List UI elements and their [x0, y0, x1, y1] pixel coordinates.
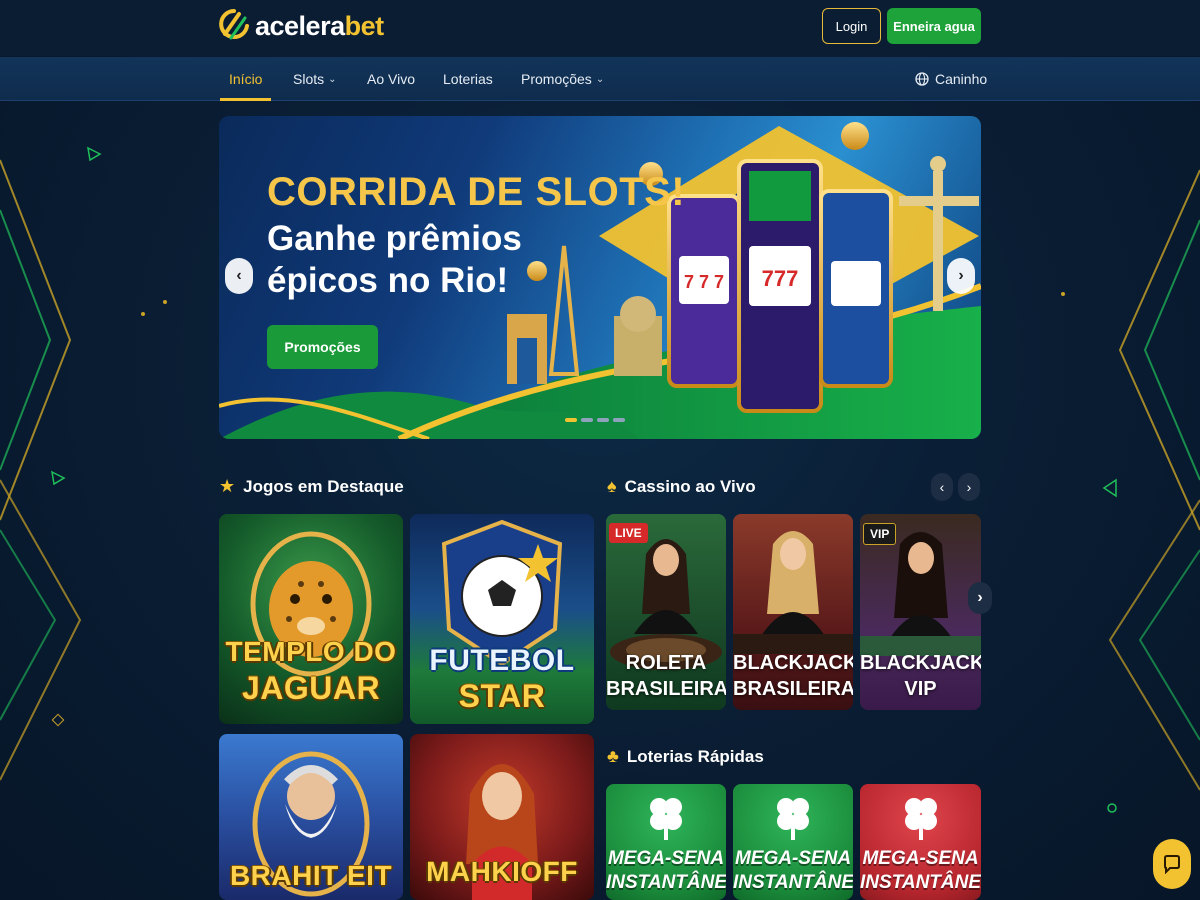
live-casino-prev-button[interactable]: ‹ — [931, 473, 953, 501]
vip-badge: VIP — [863, 523, 897, 545]
right-decoration — [1061, 169, 1200, 813]
game-title: STAR — [458, 678, 546, 714]
nav-item-promocoes[interactable]: Promoções ⌄ — [521, 57, 604, 101]
language-label: Caninho — [935, 71, 988, 87]
svg-text:777: 777 — [762, 266, 799, 291]
table-title: BRASILEIRA — [606, 678, 726, 700]
live-casino-heading: ♠ Cassino ao Vivo — [607, 476, 756, 497]
game-tile-mahkioff[interactable]: MAHKIOFF — [410, 734, 594, 900]
hero-title: CORRIDA DE SLOTS! — [267, 170, 686, 214]
brand-logo[interactable]: acelerabet — [219, 8, 384, 44]
featured-heading: ★ Jogos em Destaque — [219, 476, 404, 497]
table-title: BLACKJACK — [860, 652, 981, 674]
nav-item-slots[interactable]: Slots ⌄ — [293, 57, 337, 101]
nav-item-loterias[interactable]: Loterias — [443, 57, 493, 101]
chevron-right-icon: › — [977, 589, 983, 606]
carousel-dot[interactable] — [597, 418, 609, 422]
table-title: ROLETA — [625, 652, 707, 674]
top-header: acelerabet Login Enneira agua — [0, 0, 1200, 56]
lottery-tile-mega-sena-red[interactable]: MEGA-SENA INSTANTÂNEA — [860, 784, 981, 900]
table-title: VIP — [904, 678, 937, 700]
table-title: BLACKJACK — [733, 652, 853, 674]
clover-icon — [650, 798, 682, 840]
clover-icon: ♣ — [607, 746, 619, 766]
game-tile-brahit-eit[interactable]: BRAHIT EIT — [219, 734, 403, 900]
logo-icon — [219, 9, 249, 40]
game-title: MAHKIOFF — [426, 856, 578, 887]
game-title: FUTEBOL — [429, 644, 575, 677]
signup-button[interactable]: Enneira agua — [887, 8, 981, 44]
section-title: Jogos em Destaque — [243, 476, 404, 496]
login-button[interactable]: Login — [822, 8, 881, 44]
game-title: BRAHIT EIT — [229, 860, 393, 891]
lotteries-heading: ♣ Loterias Rápidas — [607, 746, 764, 767]
carousel-dot[interactable] — [581, 418, 593, 422]
lottery-title: INSTANTÂNEA — [733, 872, 853, 893]
live-table-blackjack-brasileira[interactable]: BLACKJACK BRASILEIRA — [733, 514, 853, 710]
svg-text:7 7 7: 7 7 7 — [684, 272, 724, 292]
lottery-title: MEGA-SENA — [607, 848, 725, 869]
game-title: JAGUAR — [241, 670, 381, 706]
section-title: Loterias Rápidas — [626, 746, 764, 766]
nav-item-label: Slots — [293, 71, 325, 87]
spade-icon: ♠ — [607, 476, 617, 496]
chevron-left-icon: ‹ — [939, 479, 945, 495]
nav-item-inicio[interactable]: Início — [219, 57, 273, 101]
clover-icon — [904, 798, 937, 840]
chevron-right-icon: › — [966, 479, 972, 495]
carousel-dot[interactable] — [565, 418, 577, 422]
language-selector[interactable]: Caninho — [915, 57, 987, 101]
star-icon: ★ — [219, 476, 236, 496]
game-tile-templo-do-jaguar[interactable]: TEMPLO DO JAGUAR — [219, 514, 403, 724]
game-title: TEMPLO DO — [225, 636, 397, 667]
logo-wordmark: acelerabet — [255, 11, 384, 42]
chevron-down-icon: ⌄ — [328, 73, 337, 85]
left-decoration — [0, 146, 167, 781]
logo-suffix: bet — [344, 10, 385, 41]
chevron-down-icon: ⌄ — [595, 73, 605, 85]
hero-banner[interactable]: 7 7 7 777 CORRIDA DE SLOTS! Ganhe prêmio… — [219, 116, 981, 439]
nav-item-label: Início — [229, 71, 263, 87]
nav-item-label: Promoções — [521, 71, 592, 87]
carousel-dots — [565, 418, 625, 422]
nav-item-label: Loterias — [443, 71, 493, 87]
lottery-tile-mega-sena[interactable]: MEGA-SENA INSTANTÂNEA — [606, 784, 726, 900]
nav-item-ao-vivo[interactable]: Ao Vivo — [367, 57, 415, 101]
carousel-dot[interactable] — [613, 418, 625, 422]
lottery-title: MEGA-SENA — [862, 848, 979, 869]
clover-icon — [777, 798, 809, 840]
live-table-roleta-brasileira[interactable]: LIVE ROLETA BRASILEIRA — [606, 514, 726, 710]
chat-bubble-icon — [1164, 855, 1180, 874]
game-tile-futebol-star[interactable]: FUTEBOL STAR — [410, 514, 594, 724]
globe-icon — [915, 72, 929, 86]
hero-prev-button[interactable]: ‹ — [225, 258, 253, 294]
lottery-title: MEGA-SENA — [734, 848, 852, 869]
table-title: BRASILEIRA — [733, 678, 853, 700]
lottery-tile-mega-sena[interactable]: MEGA-SENA INSTANTÂNEA — [733, 784, 853, 900]
lottery-title: INSTANTÂNEA — [606, 872, 726, 893]
hero-cta-button[interactable]: Promoções — [267, 325, 378, 369]
lottery-title: INSTANTÂNEA — [860, 872, 981, 893]
hero-next-button[interactable]: › — [947, 258, 975, 294]
logo-prefix: acelera — [255, 10, 345, 41]
section-title: Cassino ao Vivo — [624, 476, 756, 496]
chevron-left-icon: ‹ — [236, 267, 242, 284]
live-table-blackjack-vip[interactable]: VIP BLACKJACK VIP — [860, 514, 981, 710]
live-casino-next-button[interactable]: › — [958, 473, 980, 501]
nav-item-label: Ao Vivo — [367, 71, 415, 87]
main-nav: Início Slots ⌄ Ao Vivo Loterias Promoçõe… — [0, 57, 1200, 101]
hero-subtitle: Ganhe prêmios épicos no Rio! — [267, 219, 522, 300]
chevron-right-icon: › — [958, 267, 964, 284]
chat-button[interactable] — [1153, 839, 1191, 889]
live-badge: LIVE — [609, 523, 648, 543]
live-carousel-next-button[interactable]: › — [968, 582, 992, 614]
